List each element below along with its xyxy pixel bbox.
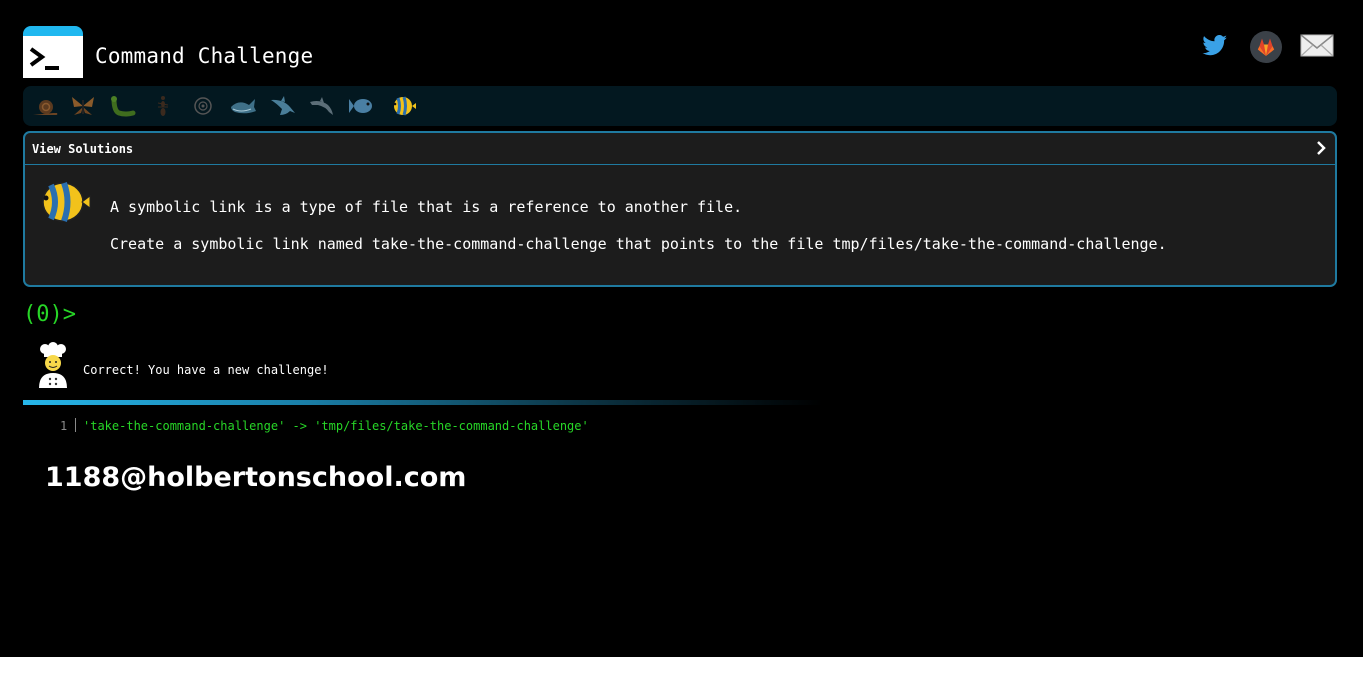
ant-icon[interactable]	[149, 93, 177, 119]
logo-cap	[23, 26, 83, 36]
shark-icon[interactable]	[268, 93, 296, 119]
butterfly-icon[interactable]	[69, 93, 97, 119]
twitter-icon[interactable]	[1200, 30, 1230, 60]
whale-icon[interactable]	[229, 93, 257, 119]
app-title: Command Challenge	[95, 44, 314, 68]
terminal-prompt-icon	[29, 47, 59, 70]
user-email: 1188@holbertonschool.com	[45, 462, 467, 493]
challenge-description: A symbolic link is a type of file that i…	[110, 198, 743, 216]
challenge-panel: View Solutions A symbolic link is a type…	[23, 131, 1337, 287]
page: Command Challenge View Solutions A symbo…	[0, 0, 1363, 657]
gutter-line	[75, 418, 76, 432]
chevron-right-icon[interactable]	[1315, 140, 1327, 156]
mail-icon[interactable]	[1300, 30, 1334, 60]
challenge-task: Create a symbolic link named take-the-co…	[110, 235, 1167, 253]
worm-icon[interactable]	[109, 93, 137, 119]
snail-icon[interactable]	[31, 93, 59, 119]
levels-bar	[23, 86, 1337, 126]
app-logo[interactable]	[23, 26, 83, 78]
chef-avatar-icon	[39, 342, 67, 388]
result-divider	[23, 400, 823, 405]
cell-icon[interactable]	[189, 93, 217, 119]
view-solutions-label: View Solutions	[32, 142, 134, 156]
command-output: 'take-the-command-challenge' -> 'tmp/fil…	[83, 419, 589, 433]
view-solutions-toggle[interactable]: View Solutions	[25, 133, 1335, 165]
result-message: Correct! You have a new challenge!	[83, 363, 329, 377]
tropical-fish-icon[interactable]	[389, 93, 417, 119]
tropical-fish-icon	[42, 181, 91, 223]
line-number: 1	[60, 419, 68, 433]
fish-icon[interactable]	[348, 93, 376, 119]
dolphin-icon[interactable]	[308, 93, 336, 119]
gitlab-icon[interactable]	[1249, 30, 1283, 64]
command-prompt[interactable]: (0)>	[23, 302, 76, 327]
